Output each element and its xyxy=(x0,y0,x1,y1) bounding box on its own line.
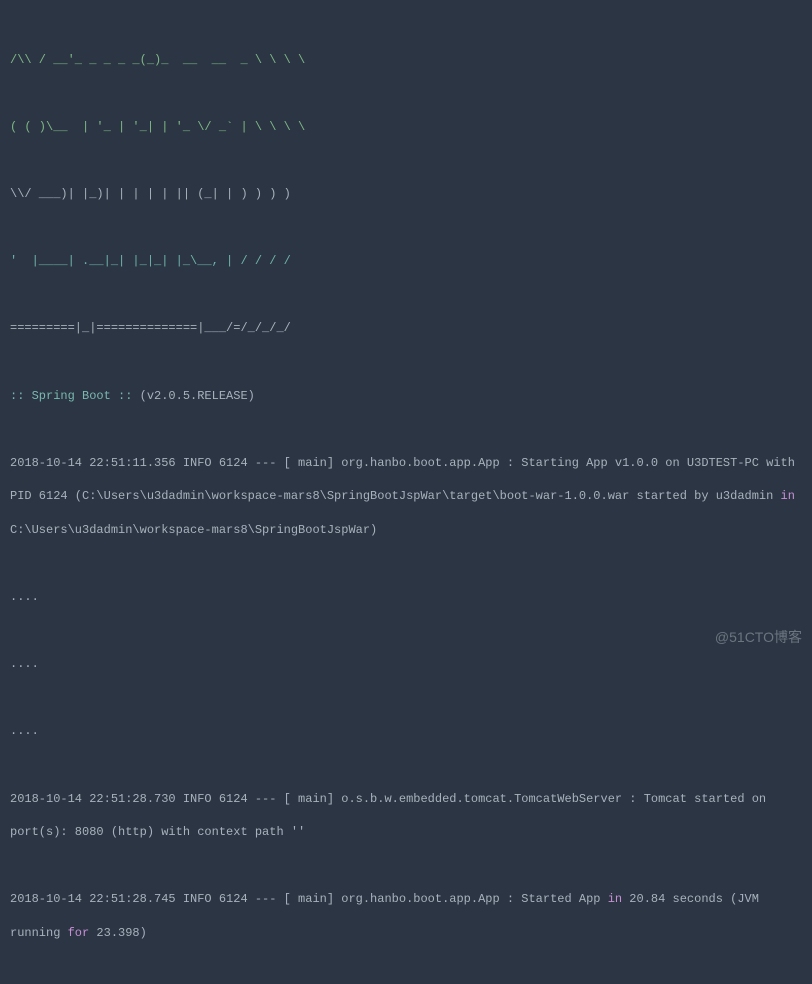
log-entry: 2018-10-14 22:51:28.745 INFO 6124 --- [ … xyxy=(10,883,802,950)
log-entry: 2018-10-14 22:51:28.730 INFO 6124 --- [ … xyxy=(10,783,802,850)
ascii-art-line: ' |____| .__|_| |_|_| |_\__, | / / / / xyxy=(10,245,802,279)
log-dots: .... xyxy=(10,648,802,682)
log-entry: 2018-10-14 22:51:11.356 INFO 6124 --- [ … xyxy=(10,447,802,548)
spring-boot-prefix: :: Spring Boot :: xyxy=(10,389,132,403)
ascii-art-line: /\\ / __'_ _ _ _ _(_)_ __ __ _ \ \ \ \ xyxy=(10,44,802,78)
log-dots: .... xyxy=(10,581,802,615)
ascii-art-line: \\/ ___)| |_)| | | | | || (_| | ) ) ) ) xyxy=(10,178,802,212)
spring-boot-version-text: (v2.0.5.RELEASE) xyxy=(132,389,254,403)
log-text: 2018-10-14 22:51:28.745 INFO 6124 --- [ … xyxy=(10,892,608,906)
watermark-text: @51CTO博客 xyxy=(715,618,802,657)
keyword-in: in xyxy=(781,489,795,503)
ascii-art-line: =========|_|==============|___/=/_/_/_/ xyxy=(10,312,802,346)
keyword-in: in xyxy=(608,892,622,906)
log-text: 23.398) xyxy=(89,926,147,940)
spring-boot-version: :: Spring Boot :: (v2.0.5.RELEASE) xyxy=(10,380,802,414)
ascii-art-line: ( ( )\__ | '_ | '_| | '_ \/ _` | \ \ \ \ xyxy=(10,111,802,145)
keyword-for: for xyxy=(68,926,90,940)
terminal-output: /\\ / __'_ _ _ _ _(_)_ __ __ _ \ \ \ \ (… xyxy=(10,10,802,984)
log-dots: .... xyxy=(10,715,802,749)
log-text: 2018-10-14 22:51:11.356 INFO 6124 --- [ … xyxy=(10,456,802,504)
